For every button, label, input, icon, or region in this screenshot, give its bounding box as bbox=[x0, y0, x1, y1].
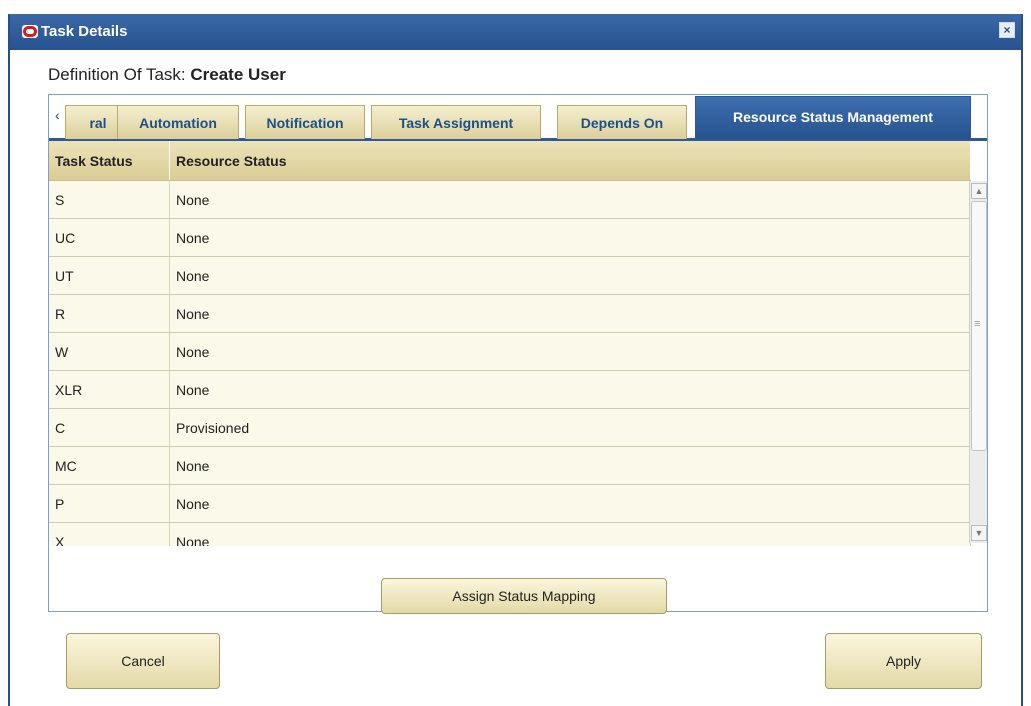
task-status-cell: X bbox=[49, 522, 170, 546]
task-status-cell: UT bbox=[49, 256, 170, 295]
table-row[interactable]: UT None bbox=[49, 256, 971, 295]
task-status-cell: S bbox=[49, 180, 170, 219]
resource-status-cell: None bbox=[169, 218, 971, 257]
resource-status-cell: None bbox=[169, 370, 971, 409]
resource-status-cell: None bbox=[169, 332, 971, 371]
task-status-cell: W bbox=[49, 332, 170, 371]
cancel-button[interactable]: Cancel bbox=[66, 633, 220, 689]
table-row[interactable]: UC None bbox=[49, 218, 971, 257]
resource-status-cell: Provisioned bbox=[169, 408, 971, 447]
table-header-row: Task Status Resource Status bbox=[49, 141, 971, 181]
task-status-cell: UC bbox=[49, 218, 170, 257]
table-row[interactable]: S None bbox=[49, 180, 971, 219]
table-row[interactable]: XLR None bbox=[49, 370, 971, 409]
title-bar[interactable]: Task Details × bbox=[10, 14, 1021, 50]
table-scrollbar[interactable]: ▲ ≡ ▼ bbox=[969, 181, 987, 543]
scroll-thumb[interactable]: ≡ bbox=[971, 201, 987, 451]
header-task-status[interactable]: Task Status bbox=[49, 141, 170, 181]
task-name: Create User bbox=[190, 65, 286, 84]
table-row[interactable]: W None bbox=[49, 332, 971, 371]
resource-status-cell: None bbox=[169, 180, 971, 219]
task-status-cell: XLR bbox=[49, 370, 170, 409]
resource-status-cell: None bbox=[169, 294, 971, 333]
status-mapping-table: Task Status Resource Status S None UC No… bbox=[49, 141, 971, 546]
scroll-up-icon[interactable]: ▲ bbox=[971, 183, 987, 199]
scroll-down-icon[interactable]: ▼ bbox=[971, 525, 987, 541]
definition-label: Definition Of Task: bbox=[48, 65, 186, 84]
apply-button[interactable]: Apply bbox=[825, 633, 982, 689]
resource-status-cell: None bbox=[169, 522, 971, 546]
task-status-cell: P bbox=[49, 484, 170, 523]
tab-task-assignment[interactable]: Task Assignment bbox=[371, 105, 541, 139]
tab-depends-on[interactable]: Depends On bbox=[557, 105, 687, 139]
task-details-panel: ‹ ral Automation Notification Task Assig… bbox=[48, 94, 988, 614]
table-row[interactable]: P None bbox=[49, 484, 971, 523]
tab-automation[interactable]: Automation bbox=[117, 105, 239, 139]
task-status-cell: C bbox=[49, 408, 170, 447]
task-details-dialog: Task Details × Definition Of Task: Creat… bbox=[8, 14, 1023, 706]
table-row[interactable]: R None bbox=[49, 294, 971, 333]
close-button[interactable]: × bbox=[999, 22, 1015, 38]
resource-status-cell: None bbox=[169, 484, 971, 523]
tab-bar: ‹ ral Automation Notification Task Assig… bbox=[49, 95, 987, 141]
window-title: Task Details bbox=[41, 23, 128, 40]
table-row[interactable]: C Provisioned bbox=[49, 408, 971, 447]
task-definition: Definition Of Task: Create User bbox=[48, 65, 286, 85]
table-row[interactable]: X None bbox=[49, 522, 971, 546]
task-status-cell: R bbox=[49, 294, 170, 333]
tab-resource-status-management[interactable]: Resource Status Management bbox=[695, 96, 971, 139]
resource-status-cell: None bbox=[169, 256, 971, 295]
assign-status-mapping-button[interactable]: Assign Status Mapping bbox=[381, 578, 667, 614]
tab-notification[interactable]: Notification bbox=[245, 105, 365, 139]
tab-scroll-left-icon[interactable]: ‹ bbox=[55, 107, 60, 123]
table-row[interactable]: MC None bbox=[49, 446, 971, 485]
status-table-area: Task Status Resource Status S None UC No… bbox=[49, 141, 971, 546]
header-resource-status[interactable]: Resource Status bbox=[169, 141, 971, 181]
oracle-logo-icon bbox=[22, 25, 38, 38]
resource-status-cell: None bbox=[169, 446, 971, 485]
task-status-cell: MC bbox=[49, 446, 170, 485]
